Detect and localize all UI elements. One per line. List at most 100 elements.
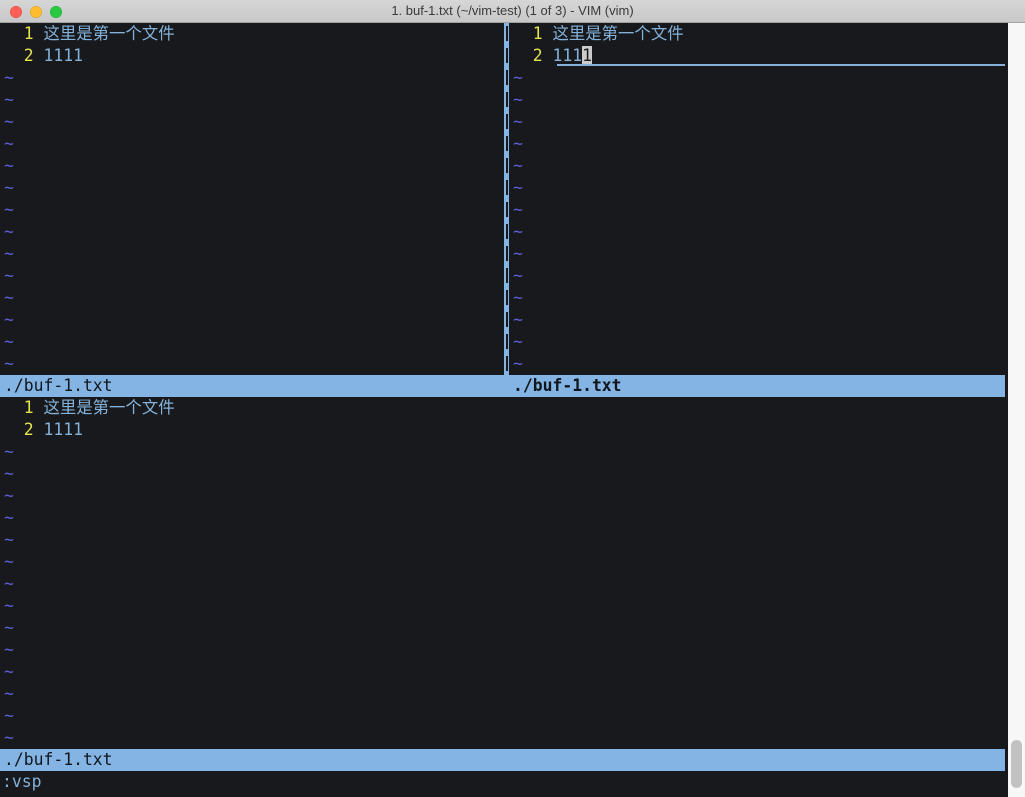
buffer-line: 1 这里是第一个文件 bbox=[4, 397, 1005, 419]
tilde-marker: ~ bbox=[513, 310, 523, 329]
empty-line: ~ bbox=[4, 287, 504, 309]
empty-line: ~ bbox=[4, 705, 1005, 727]
buffer-line: 2 1111 bbox=[513, 45, 1005, 67]
tilde-marker: ~ bbox=[4, 552, 14, 571]
fullscreen-button[interactable] bbox=[50, 6, 62, 18]
tilde-marker: ~ bbox=[513, 354, 523, 373]
buffer-text: 1111 bbox=[43, 46, 82, 65]
tilde-marker: ~ bbox=[4, 222, 14, 241]
line-number: 1 bbox=[4, 24, 43, 43]
window-title: 1. buf-1.txt (~/vim-test) (1 of 3) - VIM… bbox=[0, 0, 1025, 22]
tilde-marker: ~ bbox=[4, 640, 14, 659]
empty-line: ~ bbox=[4, 133, 504, 155]
tilde-marker: ~ bbox=[4, 728, 14, 747]
tilde-marker: ~ bbox=[4, 332, 14, 351]
scrollbar[interactable] bbox=[1008, 23, 1025, 797]
empty-line: ~ bbox=[4, 507, 1005, 529]
tilde-marker: ~ bbox=[4, 618, 14, 637]
empty-line: ~ bbox=[4, 463, 1005, 485]
statusline-top: ./buf-1.txt ./buf-1.txt bbox=[0, 375, 1005, 397]
tilde-marker: ~ bbox=[4, 662, 14, 681]
empty-line: ~ bbox=[4, 441, 1005, 463]
tilde-marker: ~ bbox=[4, 530, 14, 549]
empty-line: ~ bbox=[513, 67, 1005, 89]
empty-line: ~ bbox=[513, 287, 1005, 309]
line-number: 2 bbox=[4, 420, 43, 439]
tilde-marker: ~ bbox=[4, 310, 14, 329]
empty-line: ~ bbox=[4, 331, 504, 353]
tilde-marker: ~ bbox=[513, 112, 523, 131]
empty-line: ~ bbox=[4, 243, 504, 265]
tilde-marker: ~ bbox=[513, 332, 523, 351]
empty-line: ~ bbox=[4, 683, 1005, 705]
statusline-filename-left: ./buf-1.txt bbox=[4, 375, 113, 397]
empty-line: ~ bbox=[4, 661, 1005, 683]
tilde-marker: ~ bbox=[4, 200, 14, 219]
empty-line: ~ bbox=[4, 199, 504, 221]
tilde-marker: ~ bbox=[513, 288, 523, 307]
scrollbar-thumb[interactable] bbox=[1011, 740, 1022, 788]
empty-line: ~ bbox=[4, 353, 504, 375]
tilde-marker: ~ bbox=[4, 508, 14, 527]
buffer-line: 1 这里是第一个文件 bbox=[4, 23, 504, 45]
empty-line: ~ bbox=[4, 155, 504, 177]
empty-line: ~ bbox=[513, 155, 1005, 177]
empty-line: ~ bbox=[4, 485, 1005, 507]
empty-line: ~ bbox=[4, 309, 504, 331]
empty-line: ~ bbox=[4, 551, 1005, 573]
empty-line: ~ bbox=[4, 89, 504, 111]
buffer-line: 1 这里是第一个文件 bbox=[513, 23, 1005, 45]
minimize-button[interactable] bbox=[30, 6, 42, 18]
tilde-marker: ~ bbox=[4, 266, 14, 285]
vim-editor: 1 这里是第一个文件 2 1111~~~~~~~~~~~~~~ 1 这里是第一个… bbox=[0, 23, 1008, 797]
tilde-marker: ~ bbox=[4, 288, 14, 307]
vim-window-bottom[interactable]: 1 这里是第一个文件 2 1111~~~~~~~~~~~~~~ bbox=[0, 397, 1005, 749]
empty-line: ~ bbox=[513, 221, 1005, 243]
tilde-marker: ~ bbox=[4, 684, 14, 703]
statusline-bottom: ./buf-1.txt bbox=[0, 749, 1005, 771]
empty-line: ~ bbox=[4, 221, 504, 243]
statusline-filename-bottom: ./buf-1.txt bbox=[4, 749, 113, 771]
separator-bar-glyphs bbox=[506, 26, 508, 372]
tilde-marker: ~ bbox=[4, 244, 14, 263]
empty-line: ~ bbox=[4, 573, 1005, 595]
buffer-text: 1111 bbox=[43, 420, 82, 439]
empty-line: ~ bbox=[513, 89, 1005, 111]
empty-line: ~ bbox=[4, 639, 1005, 661]
tilde-marker: ~ bbox=[4, 112, 14, 131]
empty-line: ~ bbox=[4, 177, 504, 199]
cursorline-underline bbox=[557, 64, 1005, 66]
tilde-marker: ~ bbox=[4, 596, 14, 615]
empty-line: ~ bbox=[4, 67, 504, 89]
titlebar[interactable]: 1. buf-1.txt (~/vim-test) (1 of 3) - VIM… bbox=[0, 0, 1025, 23]
tilde-marker: ~ bbox=[4, 178, 14, 197]
empty-line: ~ bbox=[513, 111, 1005, 133]
buffer-text: 这里是第一个文件 bbox=[43, 398, 174, 417]
line-number: 2 bbox=[4, 46, 43, 65]
command-line[interactable]: :vsp bbox=[0, 771, 1005, 797]
tilde-marker: ~ bbox=[513, 222, 523, 241]
vim-window-top-left[interactable]: 1 这里是第一个文件 2 1111~~~~~~~~~~~~~~ bbox=[0, 23, 504, 375]
empty-line: ~ bbox=[513, 243, 1005, 265]
empty-line: ~ bbox=[4, 529, 1005, 551]
empty-line: ~ bbox=[4, 265, 504, 287]
empty-line: ~ bbox=[4, 727, 1005, 749]
traffic-lights bbox=[10, 6, 62, 18]
tilde-marker: ~ bbox=[513, 200, 523, 219]
tilde-marker: ~ bbox=[4, 134, 14, 153]
tilde-marker: ~ bbox=[4, 354, 14, 373]
tilde-marker: ~ bbox=[4, 90, 14, 109]
vim-cursor: 1 bbox=[582, 46, 592, 65]
close-button[interactable] bbox=[10, 6, 22, 18]
empty-line: ~ bbox=[513, 265, 1005, 287]
tilde-marker: ~ bbox=[513, 178, 523, 197]
vim-window-top-right[interactable]: 1 这里是第一个文件 2 1111~~~~~~~~~~~~~~ bbox=[509, 23, 1005, 375]
empty-line: ~ bbox=[513, 331, 1005, 353]
empty-line: ~ bbox=[513, 309, 1005, 331]
empty-line: ~ bbox=[4, 111, 504, 133]
buffer-line: 2 1111 bbox=[4, 419, 1005, 441]
empty-line: ~ bbox=[513, 133, 1005, 155]
tilde-marker: ~ bbox=[4, 486, 14, 505]
tilde-marker: ~ bbox=[4, 574, 14, 593]
buffer-text: 这里是第一个文件 bbox=[552, 24, 683, 43]
